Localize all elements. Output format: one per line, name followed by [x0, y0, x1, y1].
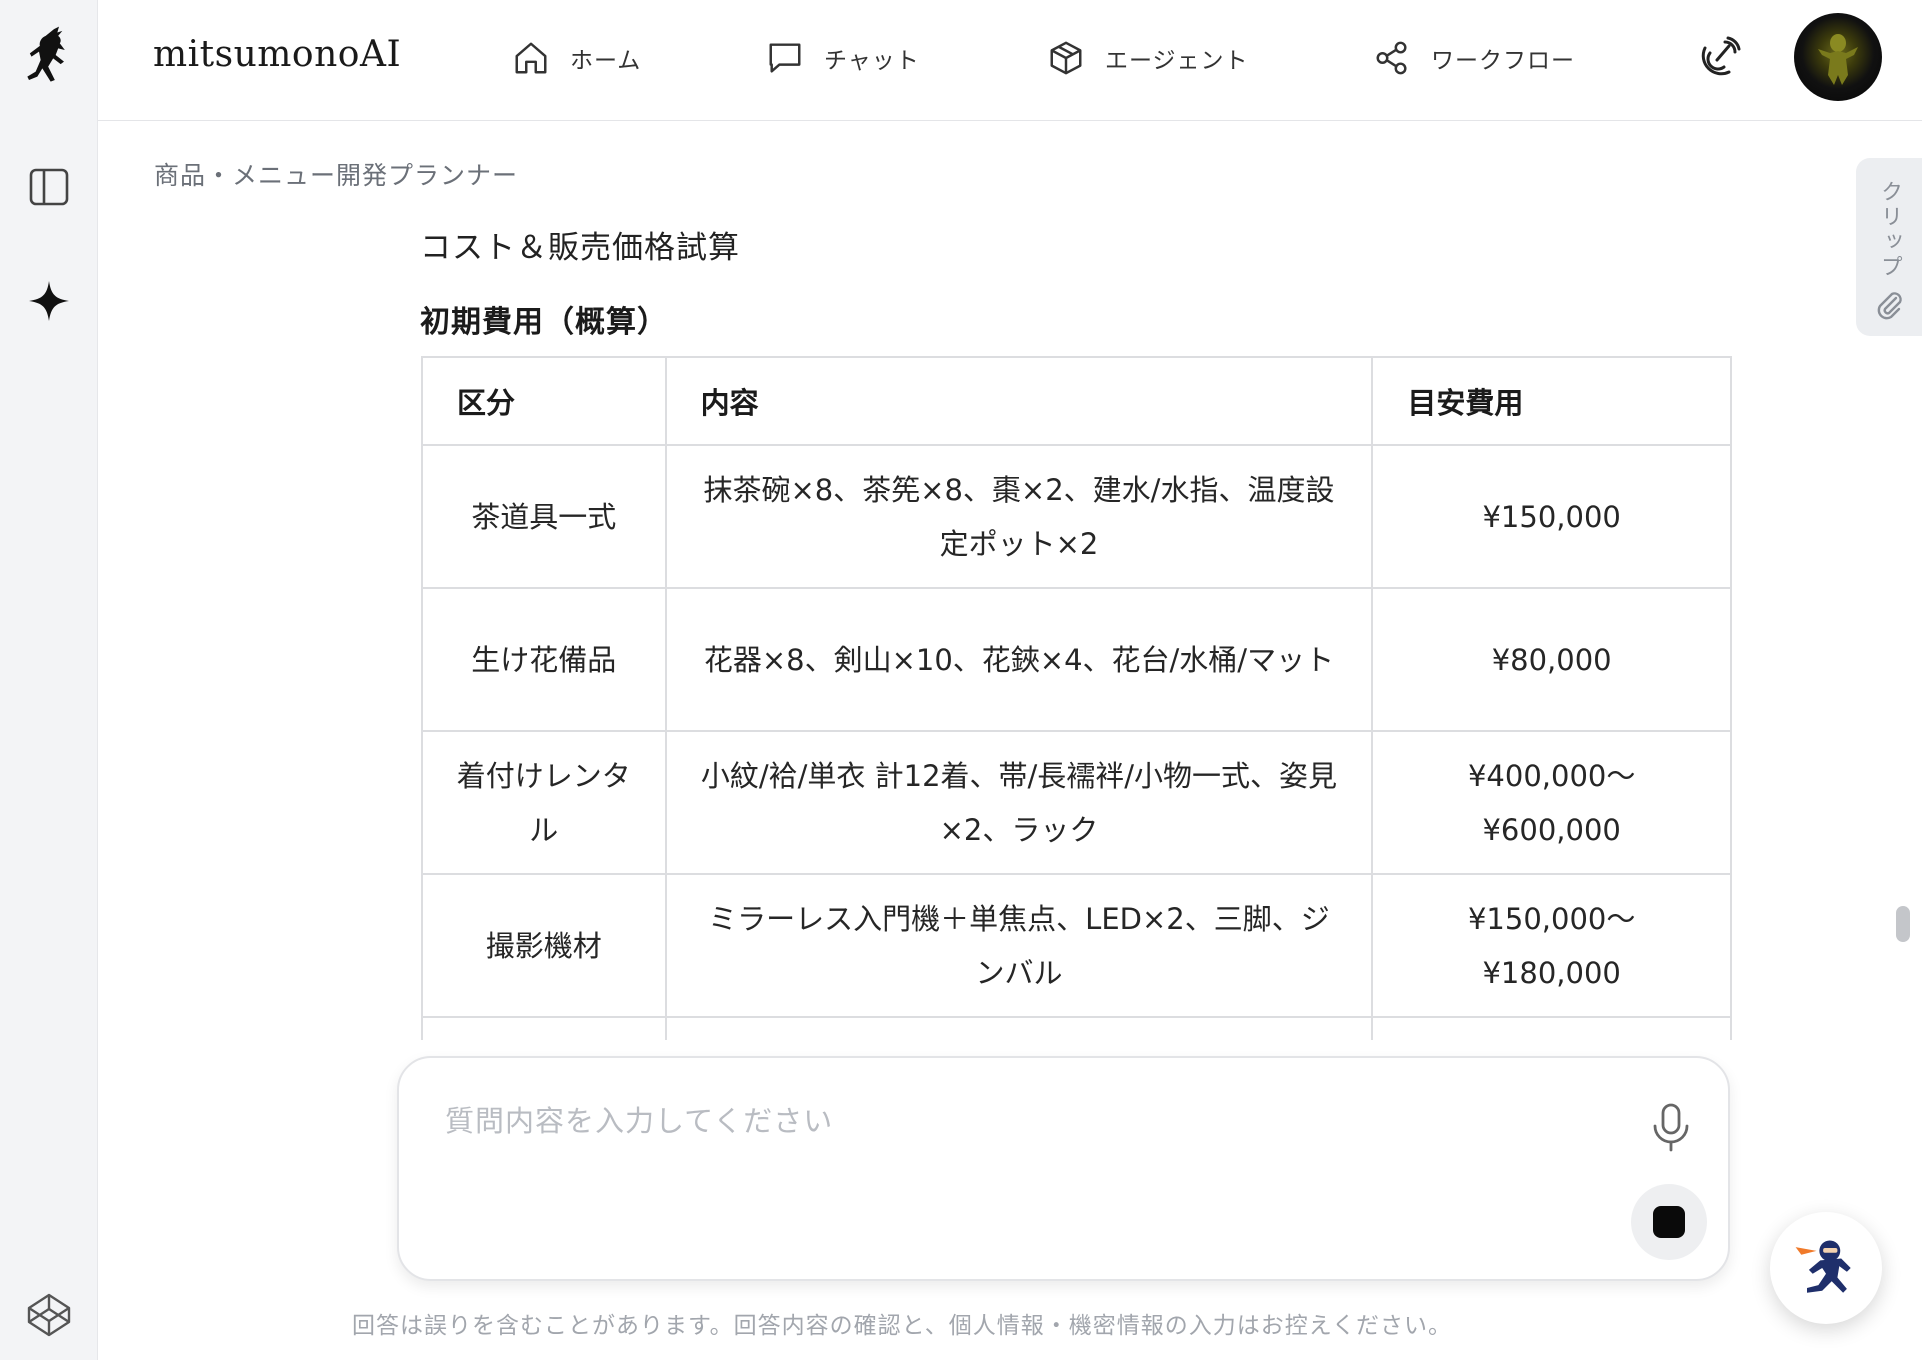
table-header-cell: 区分: [421, 356, 667, 446]
response-subtitle: コスト＆販売価格試算: [420, 230, 740, 266]
sidebar-toggle-icon[interactable]: [24, 162, 74, 212]
stop-icon: [1653, 1206, 1685, 1238]
table-row: 着付けレンタル 小紋/袷/単衣 計12着、帯/長襦袢/小物一式、姿見×2、ラック…: [421, 730, 1732, 875]
table-cell: 茶道具一式: [421, 444, 667, 589]
table-row: 茶道具一式 抹茶碗×8、茶筅×8、棗×2、建水/水指、温度設定ポット×2 ¥15…: [421, 444, 1732, 589]
table-row: [421, 1016, 1732, 1040]
nav-workflow[interactable]: ワークフロー: [1373, 36, 1575, 80]
table-cell: [1371, 1016, 1732, 1040]
stop-button[interactable]: [1631, 1184, 1707, 1260]
nav-label: エージェント: [1105, 48, 1249, 74]
disclaimer-text: 回答は誤りを含むことがあります。回答内容の確認と、個人情報・機密情報の入力はお控…: [351, 1313, 1453, 1339]
microphone-icon[interactable]: [1649, 1102, 1693, 1152]
table-cell: 花器×8、剣山×10、花鋏×4、花台/水桶/マット: [664, 587, 1374, 732]
table-cell: [664, 1016, 1374, 1040]
table-cell: ¥400,000〜¥600,000: [1371, 730, 1732, 875]
disclaimer-container: 回答は誤りを含むことがあります。回答内容の確認と、個人情報・機密情報の入力はお控…: [0, 1306, 1922, 1340]
scrollbar-thumb[interactable]: [1896, 906, 1910, 942]
nav-label: ホーム: [570, 48, 642, 74]
nav-chat[interactable]: チャット: [766, 36, 920, 80]
breadcrumb: 商品・メニュー開発プランナー: [154, 161, 519, 190]
top-header: mitsumonoAI ホーム チャット エージェント ワークフロー: [98, 0, 1922, 121]
table-cell: ミラーレス入門機＋単焦点、LED×2、三脚、ジンバル: [664, 873, 1374, 1018]
chat-input-box: [397, 1056, 1730, 1281]
nav-home[interactable]: ホーム: [512, 36, 641, 80]
table-cell: ¥150,000〜¥180,000: [1371, 873, 1732, 1018]
table-cell: ¥80,000: [1371, 587, 1732, 732]
table-header-cell: 内容: [664, 356, 1374, 446]
table-row: 生け花備品 花器×8、剣山×10、花鋏×4、花台/水桶/マット ¥80,000: [421, 587, 1732, 732]
sparkle-icon[interactable]: [24, 276, 74, 326]
ninja-logo-icon[interactable]: [24, 26, 74, 82]
table-row: 撮影機材 ミラーレス入門機＋単焦点、LED×2、三脚、ジンバル ¥150,000…: [421, 873, 1732, 1018]
table-cell: 着付けレンタル: [421, 730, 667, 875]
table-cell: 小紋/袷/単衣 計12着、帯/長襦袢/小物一式、姿見×2、ラック: [664, 730, 1374, 875]
table-header-row: 区分 内容 目安費用: [421, 356, 1732, 446]
table-cell: ¥150,000: [1371, 444, 1732, 589]
left-rail: [0, 0, 98, 1360]
clip-tab[interactable]: クリップ: [1856, 158, 1922, 336]
ninja-mascot-icon: [1795, 1240, 1851, 1293]
clip-label: クリップ: [1877, 180, 1902, 280]
table-cell: 生け花備品: [421, 587, 667, 732]
table-header-cell: 目安費用: [1371, 356, 1732, 446]
section-title: 初期費用（概算）: [420, 305, 668, 340]
chat-response: コスト＆販売価格試算 初期費用（概算） 区分 内容 目安費用 茶道具一式 抹茶碗…: [420, 200, 1732, 1040]
assistant-float-button[interactable]: [1770, 1212, 1882, 1324]
share-icon: [1376, 41, 1407, 75]
broadcast-icon[interactable]: [1695, 36, 1741, 82]
nav-label: チャット: [824, 48, 920, 74]
cost-table: 区分 内容 目安費用 茶道具一式 抹茶碗×8、茶筅×8、棗×2、建水/水指、温度…: [421, 356, 1732, 1040]
table-cell: 撮影機材: [421, 873, 667, 1018]
cube-icon: [1050, 41, 1082, 75]
table-cell: [421, 1016, 667, 1040]
paperclip-icon: [1877, 292, 1902, 320]
nav-agent[interactable]: エージェント: [1047, 36, 1249, 80]
nav-label: ワークフロー: [1431, 48, 1575, 74]
question-input[interactable]: [445, 1098, 1595, 1158]
brand-name[interactable]: mitsumonoAI: [153, 34, 401, 75]
user-avatar[interactable]: [1794, 13, 1882, 101]
home-icon: [515, 42, 547, 74]
chat-icon: [769, 43, 801, 73]
table-cell: 抹茶碗×8、茶筅×8、棗×2、建水/水指、温度設定ポット×2: [664, 444, 1374, 589]
